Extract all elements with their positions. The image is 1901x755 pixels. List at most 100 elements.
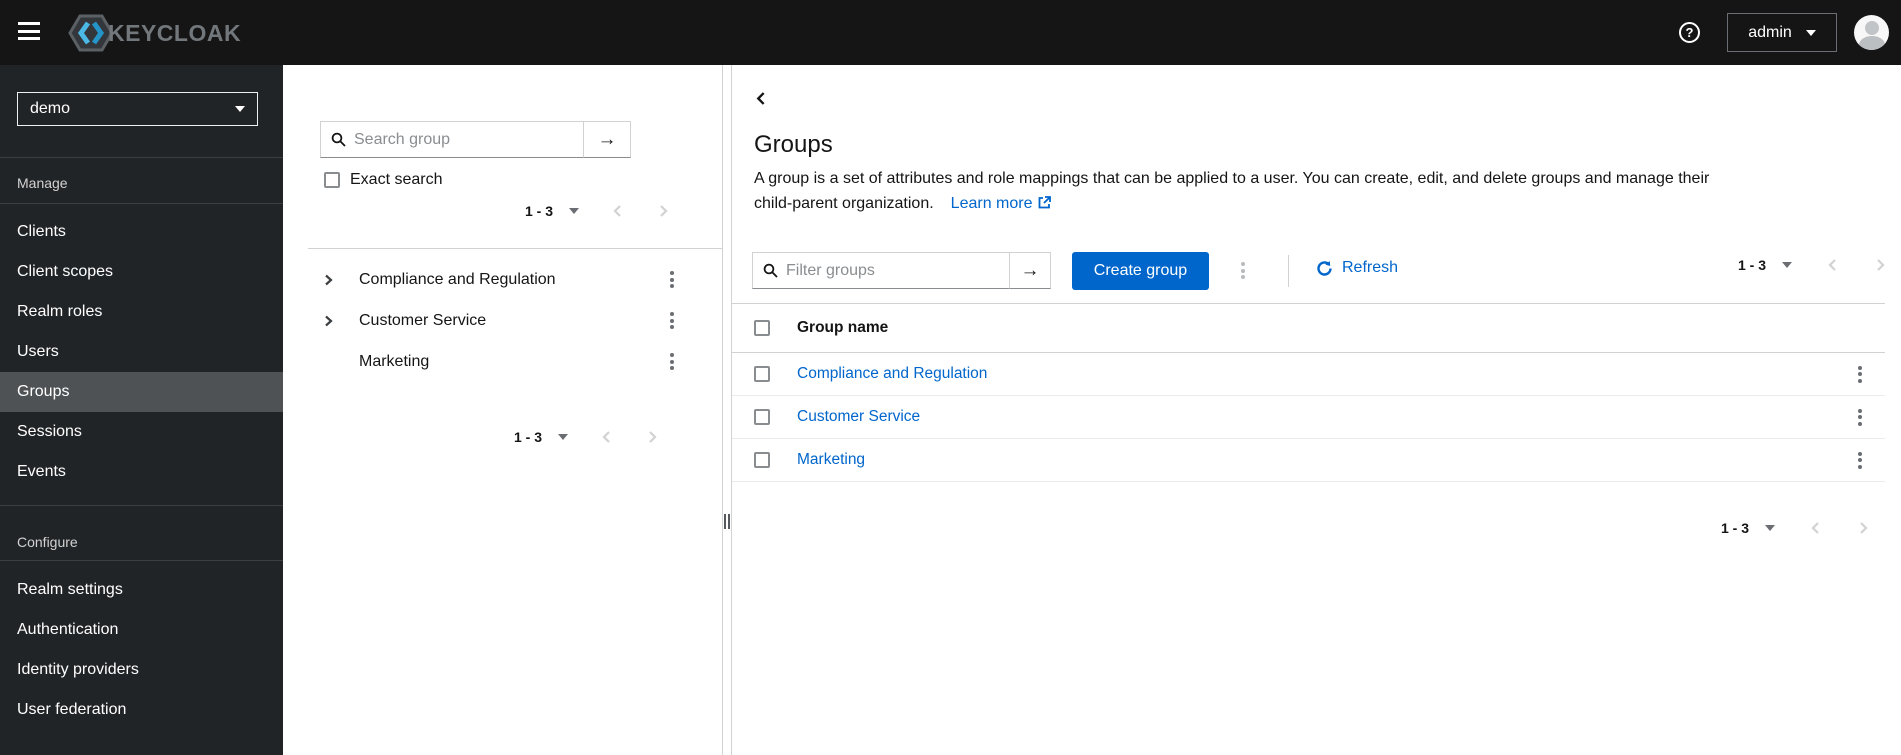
group-search-group: → (320, 121, 632, 158)
expand-chevron-icon[interactable] (319, 312, 337, 330)
kebab-menu-icon[interactable] (1852, 362, 1868, 387)
splitter-grip[interactable] (724, 514, 730, 529)
avatar[interactable] (1854, 15, 1889, 50)
user-dropdown[interactable]: admin (1727, 13, 1837, 52)
collapse-panel-chevron-icon[interactable] (752, 89, 770, 107)
refresh-button[interactable]: Refresh (1316, 259, 1398, 277)
next-page-button[interactable] (1857, 522, 1869, 534)
row-checkbox[interactable] (754, 452, 770, 468)
exact-search-checkbox[interactable] (324, 172, 340, 188)
chevron-down-icon (235, 106, 245, 112)
prev-page-button[interactable] (612, 205, 624, 217)
sidebar-nav: demo Manage Clients Client scopes Realm … (0, 65, 283, 755)
kebab-menu-icon[interactable] (664, 349, 680, 374)
tree-pagination-bottom: 1 - 3 (514, 429, 658, 445)
row-checkbox[interactable] (754, 366, 770, 382)
masthead: KEYCLOAK ? admin (0, 0, 1901, 65)
pagination-range[interactable]: 1 - 3 (514, 429, 542, 445)
sidebar-item-client-scopes[interactable]: Client scopes (0, 252, 283, 292)
sidebar-item-clients[interactable]: Clients (0, 212, 283, 252)
tree-item-marketing: Marketing (283, 341, 723, 382)
tree-item-compliance-and-regulation: Compliance and Regulation (283, 259, 723, 300)
sidebar-item-realm-roles[interactable]: Realm roles (0, 292, 283, 332)
column-header-group-name: Group name (797, 319, 889, 336)
expand-chevron-icon[interactable] (319, 271, 337, 289)
groups-main-panel: Groups A group is a set of attributes an… (732, 65, 1901, 755)
keycloak-admin-console: KEYCLOAK ? admin demo Manage Clients Cli… (0, 0, 1901, 755)
help-icon[interactable]: ? (1679, 22, 1700, 43)
prev-page-button[interactable] (601, 431, 613, 443)
realm-selector[interactable]: demo (17, 92, 258, 126)
kebab-menu-icon[interactable] (1852, 448, 1868, 473)
sidebar-item-user-federation[interactable]: User federation (0, 690, 283, 730)
next-page-button[interactable] (646, 431, 658, 443)
sidebar-item-authentication[interactable]: Authentication (0, 610, 283, 650)
sidebar-item-identity-providers[interactable]: Identity providers (0, 650, 283, 690)
group-link-marketing[interactable]: Marketing (797, 451, 865, 469)
prev-page-button[interactable] (1810, 522, 1822, 534)
filter-groups-group: → (752, 252, 1051, 289)
table-header-row: Group name (732, 304, 1885, 353)
page-description: A group is a set of attributes and role … (754, 166, 1874, 216)
group-link-compliance-and-regulation[interactable]: Compliance and Regulation (797, 365, 987, 383)
page-title: Groups (754, 131, 833, 158)
exact-search-label: Exact search (350, 171, 443, 188)
sidebar-item-sessions[interactable]: Sessions (0, 412, 283, 452)
search-icon (331, 132, 346, 147)
chevron-down-icon (1805, 29, 1816, 36)
create-group-button[interactable]: Create group (1072, 252, 1209, 290)
table-row: Marketing (732, 439, 1885, 482)
learn-more-link[interactable]: Learn more (951, 195, 1051, 212)
nav-section-configure: Configure (17, 534, 78, 550)
divider (0, 203, 283, 204)
toolbar-kebab-menu-icon[interactable] (1235, 258, 1251, 283)
nav-section-manage: Manage (17, 175, 68, 191)
sidebar-item-users[interactable]: Users (0, 332, 283, 372)
divider (0, 560, 283, 561)
sidebar-item-groups[interactable]: Groups (0, 372, 283, 412)
tree-pagination-top: 1 - 3 (525, 203, 669, 219)
prev-page-button[interactable] (1827, 259, 1839, 271)
chevron-down-icon[interactable] (1765, 525, 1775, 531)
pagination-range[interactable]: 1 - 3 (1738, 257, 1766, 273)
groups-tree: Compliance and Regulation Customer Servi… (283, 259, 723, 382)
sidebar-item-realm-settings[interactable]: Realm settings (0, 570, 283, 610)
description-line2: child-parent organization. Learn more (754, 191, 1874, 216)
brand-wordmark: KEYCLOAK (108, 19, 242, 46)
kebab-menu-icon[interactable] (1852, 405, 1868, 430)
search-submit-button[interactable]: → (583, 121, 631, 158)
divider (0, 505, 283, 506)
row-checkbox[interactable] (754, 409, 770, 425)
divider (0, 157, 283, 158)
groups-table: Group name Compliance and Regulation Cus… (732, 303, 1885, 482)
pagination-range[interactable]: 1 - 3 (525, 203, 553, 219)
search-group-input[interactable] (354, 130, 573, 149)
chevron-down-icon[interactable] (558, 434, 568, 440)
hamburger-menu-icon[interactable] (18, 22, 40, 42)
sidebar-item-events[interactable]: Events (0, 452, 283, 492)
refresh-icon (1316, 260, 1333, 277)
filter-field-wrap (752, 252, 1010, 289)
groups-tree-panel: → Exact search 1 - 3 Compliance and Regu… (283, 65, 723, 755)
kebab-menu-icon[interactable] (664, 308, 680, 333)
chevron-down-icon[interactable] (569, 208, 579, 214)
search-icon (763, 263, 778, 278)
tree-item-customer-service: Customer Service (283, 300, 723, 341)
divider (1288, 255, 1289, 287)
divider (308, 248, 723, 249)
chevron-down-icon[interactable] (1782, 262, 1792, 268)
table-pagination-top: 1 - 3 (1738, 257, 1886, 273)
group-link-customer-service[interactable]: Customer Service (797, 408, 920, 426)
keycloak-logo[interactable]: KEYCLOAK (68, 14, 241, 52)
filter-groups-input[interactable] (786, 261, 999, 280)
realm-selector-value: demo (30, 100, 71, 117)
pagination-range[interactable]: 1 - 3 (1721, 520, 1749, 536)
next-page-button[interactable] (657, 205, 669, 217)
next-page-button[interactable] (1874, 259, 1886, 271)
group-search-field-wrap (320, 121, 584, 158)
select-all-checkbox[interactable] (754, 320, 770, 336)
filter-submit-button[interactable]: → (1009, 252, 1051, 289)
table-row: Customer Service (732, 396, 1885, 439)
kebab-menu-icon[interactable] (664, 267, 680, 292)
user-dropdown-label: admin (1748, 23, 1792, 41)
